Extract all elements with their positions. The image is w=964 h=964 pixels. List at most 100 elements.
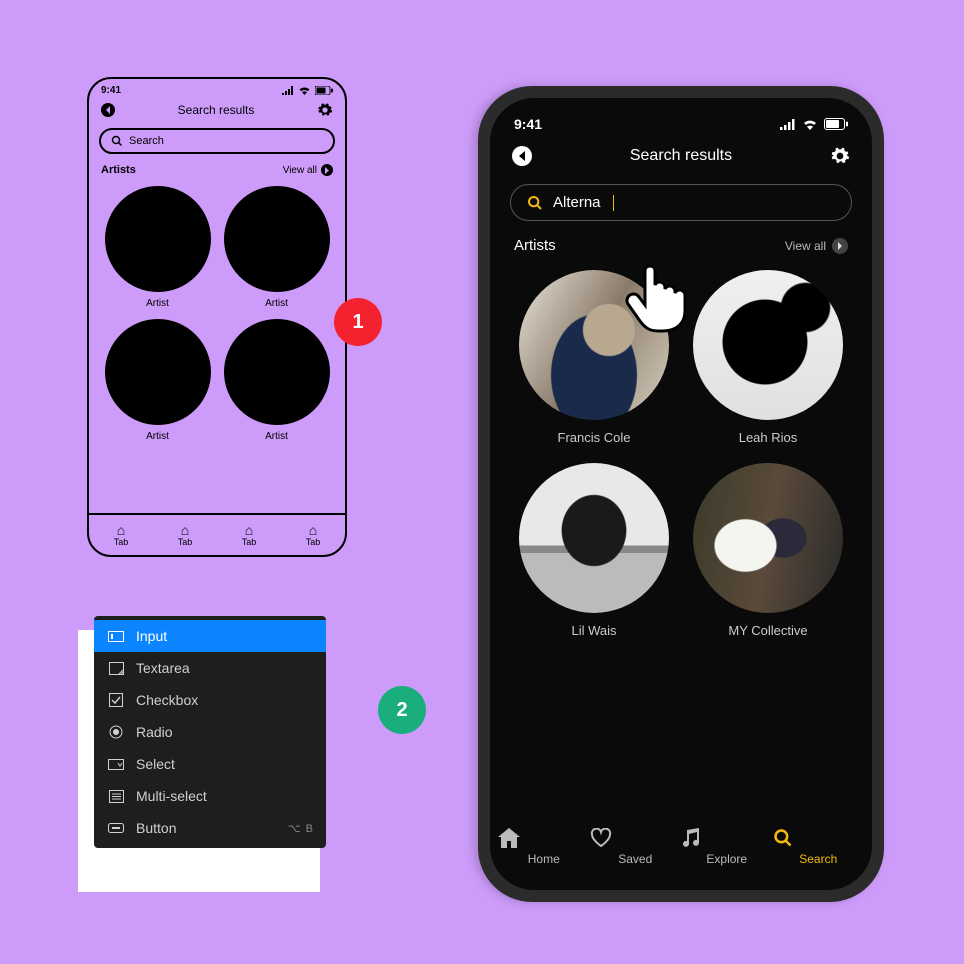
tab-label: Tab — [306, 537, 321, 547]
artist-avatar — [224, 186, 330, 292]
gear-icon[interactable] — [317, 102, 333, 118]
menu-item-multiselect[interactable]: Multi-select — [94, 780, 326, 812]
view-all-link[interactable]: View all — [283, 164, 333, 176]
page-title: Search results — [178, 103, 255, 117]
signal-icon — [780, 119, 796, 130]
view-all-label: View all — [785, 239, 826, 253]
search-icon — [773, 828, 865, 848]
artist-avatar — [519, 270, 669, 420]
signal-icon — [282, 86, 294, 95]
wifi-icon — [298, 86, 311, 95]
tab-item[interactable]: ⌂Tab — [89, 515, 153, 555]
back-button[interactable] — [101, 103, 115, 117]
tab-item[interactable]: ⌂Tab — [281, 515, 345, 555]
search-input[interactable]: Alterna — [510, 184, 852, 221]
tab-home[interactable]: Home — [498, 828, 590, 866]
artist-item[interactable]: Artist — [103, 319, 212, 442]
artist-label: Artist — [103, 298, 212, 309]
tab-search[interactable]: Search — [773, 828, 865, 866]
status-bar: 9:41 — [490, 98, 872, 138]
menu-item-select[interactable]: Select — [94, 748, 326, 780]
tab-item[interactable]: ⌂Tab — [217, 515, 281, 555]
tab-label: Home — [528, 852, 560, 866]
artist-label: Artist — [103, 431, 212, 442]
text-cursor — [613, 195, 614, 211]
home-icon: ⌂ — [153, 523, 217, 537]
tab-label: Tab — [242, 537, 257, 547]
wire-header: Search results — [89, 98, 345, 122]
step-badge-1: 1 — [334, 298, 382, 346]
artist-name: MY Collective — [686, 623, 850, 638]
textarea-icon — [108, 661, 124, 675]
artist-item[interactable]: MY Collective — [686, 463, 850, 638]
heart-icon — [590, 828, 682, 848]
artist-avatar — [105, 186, 211, 292]
back-button[interactable] — [512, 146, 532, 166]
wifi-icon — [802, 118, 818, 130]
artist-item[interactable]: Lil Wais — [512, 463, 676, 638]
artist-avatar — [519, 463, 669, 613]
artist-item[interactable]: Leah Rios — [686, 270, 850, 445]
menu-label: Checkbox — [136, 692, 198, 708]
tab-label: Explore — [706, 852, 747, 866]
checkbox-icon — [108, 693, 124, 707]
menu-item-checkbox[interactable]: Checkbox — [94, 684, 326, 716]
artist-item[interactable]: Artist — [222, 319, 331, 442]
artist-name: Francis Cole — [512, 430, 676, 445]
tab-label: Tab — [178, 537, 193, 547]
page-title: Search results — [630, 147, 732, 165]
menu-label: Radio — [136, 724, 173, 740]
status-icons — [282, 86, 333, 95]
tab-saved[interactable]: Saved — [590, 828, 682, 866]
home-icon: ⌂ — [89, 523, 153, 537]
tab-label: Tab — [114, 537, 129, 547]
tab-explore[interactable]: Explore — [681, 828, 773, 866]
artist-item[interactable]: Artist — [222, 186, 331, 309]
artist-grid: Artist Artist Artist Artist — [89, 180, 345, 448]
menu-label: Select — [136, 756, 175, 772]
home-icon: ⌂ — [217, 523, 281, 537]
artist-avatar — [693, 463, 843, 613]
step-badge-2: 2 — [378, 686, 426, 734]
phone-screen: 9:41 Search results Alterna Artists — [490, 98, 872, 890]
artist-item[interactable]: Francis Cole — [512, 270, 676, 445]
wireframe-phone: 9:41 Search results Search Artists View … — [87, 77, 347, 557]
menu-label: Multi-select — [136, 788, 207, 804]
radio-icon — [108, 725, 124, 739]
artist-item[interactable]: Artist — [103, 186, 212, 309]
menu-item-textarea[interactable]: Textarea — [94, 652, 326, 684]
artist-avatar — [693, 270, 843, 420]
chevron-right-icon — [321, 164, 333, 176]
status-bar: 9:41 — [89, 79, 345, 98]
artist-name: Lil Wais — [512, 623, 676, 638]
status-time: 9:41 — [514, 116, 542, 132]
home-icon: ⌂ — [281, 523, 345, 537]
tab-bar: Home Saved Explore Search — [490, 816, 872, 890]
search-icon — [111, 135, 123, 147]
app-header: Search results — [490, 138, 872, 174]
battery-icon — [315, 86, 333, 95]
phone-frame: 9:41 Search results Alterna Artists — [478, 86, 884, 902]
section-row: Artists View all — [89, 160, 345, 180]
tab-item[interactable]: ⌂Tab — [153, 515, 217, 555]
artist-name: Leah Rios — [686, 430, 850, 445]
menu-item-radio[interactable]: Radio — [94, 716, 326, 748]
menu-item-input[interactable]: Input — [94, 620, 326, 652]
select-icon — [108, 757, 124, 771]
menu-label: Input — [136, 628, 167, 644]
menu-shortcut: ⌥ B — [288, 822, 314, 835]
input-icon — [108, 629, 124, 643]
multiselect-icon — [108, 789, 124, 803]
tab-label: Saved — [618, 852, 652, 866]
search-input[interactable]: Search — [99, 128, 335, 154]
search-value: Alterna — [553, 194, 601, 211]
view-all-link[interactable]: View all — [785, 238, 848, 254]
artist-avatar — [105, 319, 211, 425]
chevron-right-icon — [832, 238, 848, 254]
menu-item-button[interactable]: Button ⌥ B — [94, 812, 326, 844]
gear-icon[interactable] — [830, 146, 850, 166]
menu-label: Button — [136, 820, 176, 836]
artist-avatar — [224, 319, 330, 425]
artist-label: Artist — [222, 298, 331, 309]
music-icon — [681, 828, 773, 848]
